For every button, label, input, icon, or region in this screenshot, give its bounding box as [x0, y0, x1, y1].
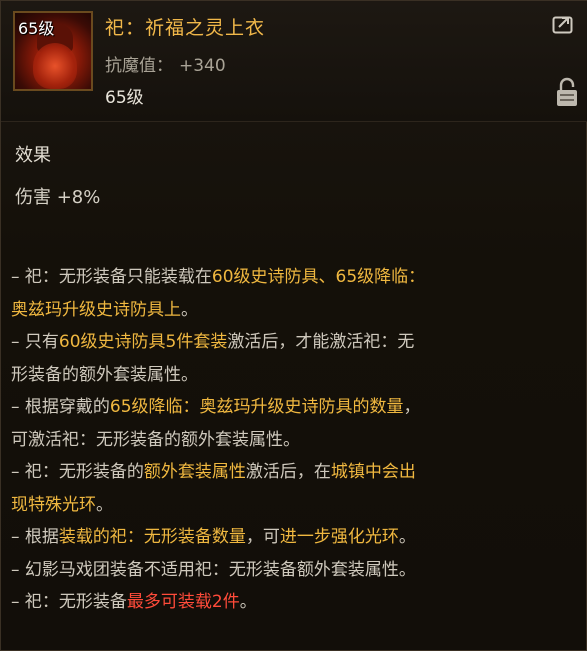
description-segment: ，: [403, 397, 421, 417]
description-line: – 只有60级史诗防具5件套装激活后，才能激活祀：无: [11, 326, 571, 359]
description-line: 可激活祀：无形装备的额外套装属性。: [11, 424, 571, 457]
description-segment: 现特殊光环: [11, 494, 96, 515]
description-segment: 最多可装载2件: [126, 592, 240, 612]
description-segment: 装载的祀：无形装备数量: [58, 527, 246, 547]
effect-section: 效果 伤害 +8%: [15, 141, 100, 209]
description-line: 奥兹玛升级史诗防具上。: [11, 294, 571, 327]
description-segment: 城镇中会出: [330, 462, 416, 482]
description-segment: 激活后，在: [245, 462, 331, 482]
tooltip-header: 65级 祀：祈福之灵上衣 抗魔值： +340 65级: [1, 1, 587, 122]
stat-value: +340: [179, 56, 226, 76]
description-segment: 可激活祀：无形装备的额外套装属性。: [11, 429, 300, 450]
effect-text: 伤害 +8%: [15, 187, 101, 208]
description-segment: 65级降临：奥兹玛升级史诗防具的数量: [109, 397, 404, 417]
magic-resist-stat: 抗魔值： +340: [105, 51, 226, 76]
description-segment: 额外套装属性: [143, 462, 246, 482]
description-segment: – 根据: [11, 527, 59, 547]
description-segment: 形装备的额外套装属性。: [11, 364, 198, 385]
description-line: – 祀：无形装备的额外套装属性激活后，在城镇中会出: [11, 456, 571, 489]
description-segment: – 祀：无形装备只能装载在: [11, 267, 212, 287]
description-segment: 。: [398, 527, 416, 547]
description-line: – 根据装载的祀：无形装备数量，可进一步强化光环。: [11, 521, 571, 554]
description-segment: 。: [181, 299, 198, 320]
item-name: 祀：祈福之灵上衣: [105, 17, 266, 39]
required-level: 65级: [105, 88, 144, 108]
set-description: – 祀：无形装备只能装载在60级史诗防具、65级降临： 奥兹玛升级史诗防具上。 – …: [11, 261, 571, 619]
icon-art-glow: [33, 43, 77, 89]
share-icon[interactable]: [552, 13, 576, 35]
description-segment: 60级史诗防具5件套装: [58, 332, 228, 352]
description-line: – 根据穿戴的65级降临：奥兹玛升级史诗防具的数量，: [11, 391, 571, 424]
description-segment: – 幻影马戏团装备不适用祀：无形装备额外套装属性。: [11, 559, 416, 580]
effect-title: 效果: [15, 145, 51, 166]
description-segment: 60级史诗防具、65级降临：: [211, 267, 426, 287]
description-segment: – 根据穿戴的: [11, 397, 110, 417]
description-segment: ，可: [245, 527, 280, 547]
item-icon[interactable]: 65级: [13, 11, 93, 91]
stat-label: 抗魔值：: [105, 56, 173, 76]
description-line: 现特殊光环。: [11, 489, 571, 522]
description-segment: – 祀：无形装备: [11, 592, 127, 612]
description-line: – 幻影马戏团装备不适用祀：无形装备额外套装属性。: [11, 554, 571, 587]
description-line: – 祀：无形装备只能装载在60级史诗防具、65级降临：: [11, 261, 571, 294]
description-segment: 。: [96, 494, 113, 515]
description-segment: 进一步强化光环: [279, 527, 399, 547]
description-line: 形装备的额外套装属性。: [11, 359, 571, 392]
description-segment: 激活后，才能激活祀：无: [227, 332, 415, 352]
description-segment: – 只有: [11, 332, 59, 352]
description-segment: 。: [239, 592, 257, 612]
description-segment: – 祀：无形装备的: [11, 462, 144, 482]
lock-icon[interactable]: [556, 77, 578, 107]
icon-level-tag: 65级: [18, 19, 55, 38]
item-tooltip: 65级 祀：祈福之灵上衣 抗魔值： +340 65级 效果 伤害 +8% – 祀：…: [0, 0, 587, 651]
description-segment: 奥兹玛升级史诗防具上: [11, 299, 181, 320]
description-line: – 祀：无形装备最多可装载2件。: [11, 586, 571, 619]
